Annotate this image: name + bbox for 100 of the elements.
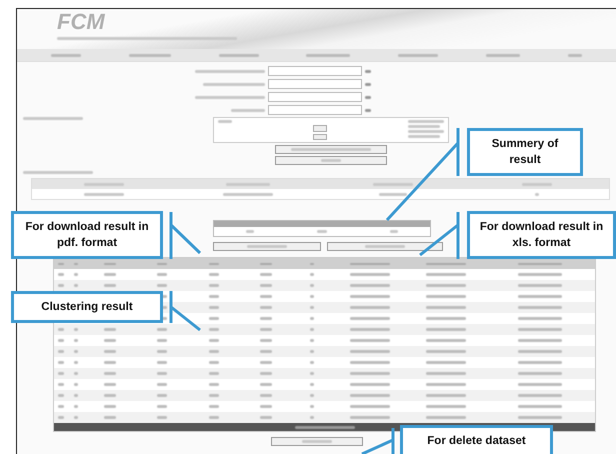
- illegible-text: [426, 361, 466, 364]
- illegible-text: [321, 159, 341, 162]
- illegible-text: [408, 125, 440, 128]
- move-button[interactable]: [313, 134, 327, 140]
- illegible-text: [310, 383, 314, 386]
- illegible-text: [23, 117, 83, 120]
- illegible-text: [310, 328, 314, 331]
- illegible-text: [231, 108, 265, 112]
- illegible-text: [486, 54, 520, 56]
- illegible-text: [74, 361, 78, 364]
- illegible-text: [365, 108, 371, 112]
- illegible-text: [104, 284, 116, 287]
- run-button[interactable]: [275, 145, 387, 154]
- leader-line: [360, 426, 394, 454]
- illegible-text: [306, 54, 350, 56]
- illegible-text: [426, 405, 466, 408]
- export-xls-button[interactable]: [327, 242, 443, 251]
- illegible-text: [104, 339, 116, 342]
- illegible-text: [74, 350, 78, 353]
- illegible-text: [408, 135, 440, 138]
- illegible-text: [426, 383, 466, 386]
- illegible-text: [518, 405, 562, 408]
- move-button[interactable]: [313, 125, 327, 132]
- illegible-text: [426, 273, 466, 276]
- illegible-text: [74, 394, 78, 397]
- illegible-text: [518, 416, 562, 419]
- illegible-text: [58, 372, 64, 375]
- delete-button[interactable]: [270, 437, 362, 446]
- input-field[interactable]: [268, 105, 362, 115]
- illegible-text: [426, 339, 466, 342]
- illegible-text: [294, 426, 354, 428]
- illegible-text: [58, 361, 64, 364]
- illegible-text: [426, 328, 466, 331]
- illegible-text: [518, 317, 562, 320]
- illegible-text: [260, 350, 272, 353]
- illegible-text: [104, 416, 116, 419]
- illegible-text: [390, 230, 398, 233]
- illegible-text: [365, 96, 371, 98]
- illegible-text: [84, 192, 124, 196]
- illegible-text: [310, 405, 314, 408]
- illegible-text: [365, 245, 405, 248]
- illegible-text: [58, 339, 64, 342]
- illegible-text: [310, 317, 314, 320]
- input-field[interactable]: [268, 66, 362, 76]
- illegible-text: [104, 372, 116, 375]
- illegible-text: [260, 416, 272, 419]
- illegible-text: [310, 361, 314, 364]
- illegible-text: [398, 54, 438, 56]
- illegible-text: [74, 339, 78, 342]
- callout-box: For download result in xls. format: [467, 211, 616, 259]
- illegible-text: [260, 328, 272, 331]
- illegible-text: [426, 295, 466, 298]
- illegible-text: [350, 350, 390, 353]
- illegible-text: [104, 350, 116, 353]
- illegible-text: [104, 328, 116, 331]
- illegible-text: [518, 350, 562, 353]
- illegible-text: [350, 273, 390, 276]
- illegible-text: [518, 306, 562, 309]
- illegible-text: [260, 273, 272, 276]
- illegible-text: [568, 54, 582, 56]
- callout-box: Summery of result: [467, 128, 583, 176]
- export-pdf-button[interactable]: [213, 242, 321, 251]
- illegible-text: [350, 306, 390, 309]
- illegible-text: [350, 295, 390, 298]
- illegible-text: [23, 171, 93, 174]
- illegible-text: [518, 339, 562, 342]
- illegible-text: [74, 372, 78, 375]
- illegible-text: [260, 306, 272, 309]
- list-box[interactable]: [213, 117, 449, 143]
- illegible-text: [260, 394, 272, 397]
- callout-box: For download result in pdf. format: [11, 211, 163, 259]
- illegible-text: [58, 284, 64, 287]
- illegible-text: [350, 394, 390, 397]
- illegible-text: [104, 383, 116, 386]
- illegible-text: [195, 70, 265, 72]
- illegible-text: [408, 120, 444, 123]
- illegible-text: [74, 273, 78, 276]
- illegible-text: [302, 440, 332, 443]
- illegible-text: [426, 284, 466, 287]
- illegible-text: [350, 339, 390, 342]
- illegible-text: [350, 372, 390, 375]
- illegible-text: [104, 405, 116, 408]
- illegible-text: [350, 405, 390, 408]
- illegible-text: [218, 120, 232, 123]
- illegible-text: [518, 273, 562, 276]
- illegible-text: [74, 405, 78, 408]
- illegible-text: [316, 230, 327, 233]
- illegible-text: [365, 82, 371, 86]
- illegible-text: [260, 295, 272, 298]
- illegible-text: [310, 372, 314, 375]
- illegible-text: [518, 372, 562, 375]
- illegible-text: [74, 416, 78, 419]
- illegible-text: [426, 317, 466, 320]
- reset-button[interactable]: [275, 156, 387, 165]
- illegible-text: [350, 317, 390, 320]
- illegible-text: [310, 273, 314, 276]
- illegible-text: [426, 372, 466, 375]
- illegible-text: [534, 192, 539, 196]
- input-field[interactable]: [268, 92, 362, 102]
- input-field[interactable]: [268, 79, 362, 89]
